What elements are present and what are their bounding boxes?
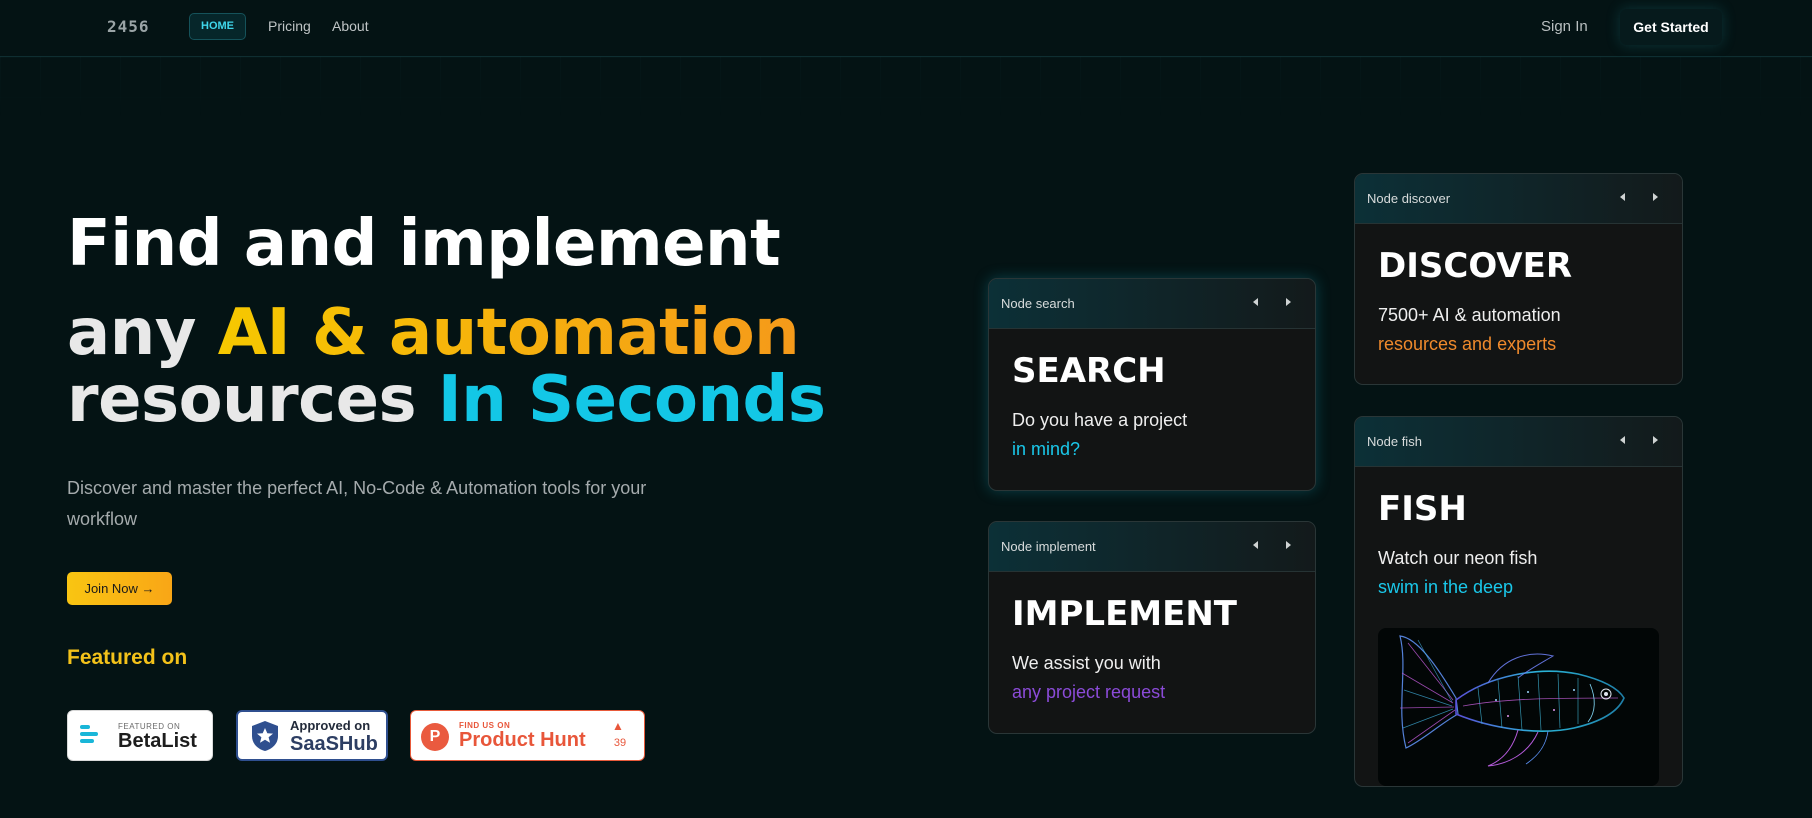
card-text: We assist you with (1012, 653, 1161, 673)
card-header-label: Node implement (1001, 539, 1096, 554)
card-text: 7500+ AI & automation (1378, 305, 1561, 325)
neon-fish-illustration (1399, 635, 1625, 767)
node-discover-card[interactable]: Node discover DISCOVER 7500+ AI & automa… (1354, 173, 1683, 385)
join-now-button[interactable]: Join Now → (67, 572, 172, 605)
card-highlight: swim in the deep (1378, 577, 1514, 597)
card-header-label: Node fish (1367, 434, 1422, 449)
card-header: Node discover (1355, 174, 1682, 224)
saashub-badge[interactable]: Approved on SaaSHub (236, 710, 388, 761)
hero-heading-line1: Find and implement (67, 207, 781, 281)
producthunt-badge[interactable]: P FIND US ON Product Hunt ▲ 39 (410, 710, 645, 761)
upvote-count: 39 (613, 737, 627, 749)
neon-fish-image (1378, 628, 1659, 786)
hero-heading-resources: resources (67, 363, 438, 437)
chevron-right-icon[interactable] (1286, 541, 1291, 549)
logo[interactable]: 2456 (107, 17, 150, 36)
betalist-name: BetaList (118, 730, 197, 752)
saashub-name: SaaSHub (290, 733, 378, 755)
card-text: Watch our neon fish (1378, 548, 1538, 568)
card-title: FISH (1378, 489, 1467, 529)
nav-pricing-link[interactable]: Pricing (268, 18, 311, 34)
card-title: IMPLEMENT (1012, 594, 1238, 634)
saashub-small-text: Approved on (290, 718, 371, 733)
card-highlight: in mind? (1012, 439, 1081, 459)
hero-heading-any: any (67, 296, 218, 370)
chevron-right-icon[interactable] (1653, 436, 1658, 444)
card-header: Node fish (1355, 417, 1682, 467)
card-title: SEARCH (1012, 351, 1166, 391)
card-highlight: resources and experts (1378, 334, 1557, 354)
card-text: Do you have a project (1012, 410, 1188, 430)
chevron-left-icon[interactable] (1620, 436, 1625, 444)
featured-on-heading: Featured on (67, 646, 188, 669)
betalist-icon (80, 725, 102, 747)
hero-heading-highlight: AI & automation (217, 296, 800, 370)
saashub-shield-icon (252, 721, 278, 751)
upvote-arrow-icon: ▲ (612, 719, 624, 733)
sign-in-link[interactable]: Sign In (1541, 18, 1588, 35)
chevron-left-icon[interactable] (1620, 193, 1625, 201)
card-header: Node implement (989, 522, 1315, 572)
card-header: Node search (989, 279, 1315, 329)
card-title: DISCOVER (1378, 246, 1573, 286)
hero-heading-line2: any AI & automation (67, 296, 800, 370)
producthunt-icon: P (421, 723, 449, 751)
chevron-left-icon[interactable] (1253, 298, 1258, 306)
node-implement-card[interactable]: Node implement IMPLEMENT We assist you w… (988, 521, 1316, 734)
node-fish-card[interactable]: Node fish FISH Watch our neon fish swim … (1354, 416, 1683, 787)
card-highlight: any project request (1012, 682, 1166, 702)
chevron-left-icon[interactable] (1253, 541, 1258, 549)
card-header-label: Node search (1001, 296, 1075, 311)
card-header-label: Node discover (1367, 191, 1451, 206)
nav-about-link[interactable]: About (332, 18, 369, 34)
get-started-button[interactable]: Get Started (1620, 9, 1722, 45)
producthunt-name: Product Hunt (459, 729, 586, 751)
chevron-right-icon[interactable] (1653, 193, 1658, 201)
top-navbar: 2456 HOME Pricing About Sign In Get Star… (0, 0, 1812, 57)
hero-heading-in-seconds: In Seconds (437, 363, 826, 437)
nav-home-link[interactable]: HOME (189, 13, 246, 40)
hero-heading-line3: resources In Seconds (67, 363, 826, 437)
node-search-card[interactable]: Node search SEARCH Do you have a project… (988, 278, 1316, 491)
betalist-badge[interactable]: FEATURED ON BetaList (67, 710, 213, 761)
chevron-right-icon[interactable] (1286, 298, 1291, 306)
hero-subtitle: Discover and master the perfect AI, No-C… (67, 478, 647, 529)
